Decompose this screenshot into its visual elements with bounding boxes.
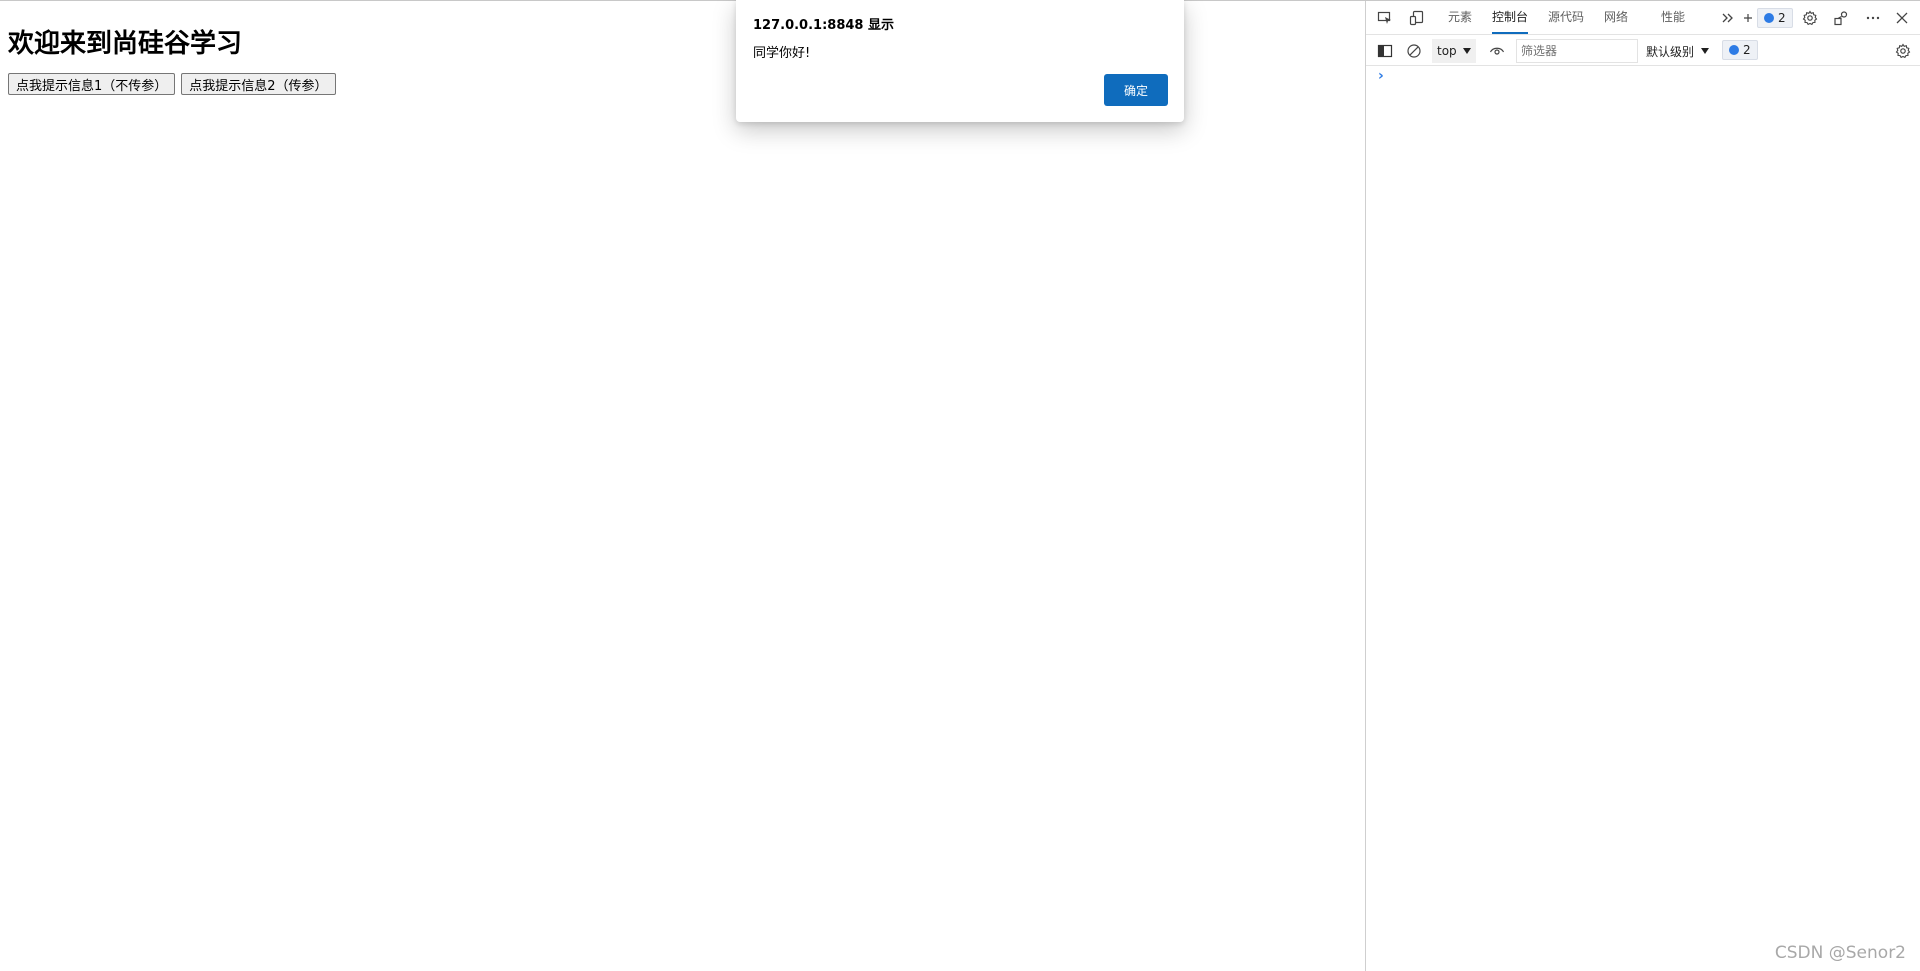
devtools-tab-console[interactable]: 控制台 (1492, 1, 1529, 34)
chevron-down-icon (1463, 48, 1471, 54)
console-filter-bar: top 默认级别 2 (1366, 35, 1920, 66)
devtools-tab-elements[interactable]: 元素 (1448, 1, 1472, 34)
device-emulation-icon[interactable] (1404, 5, 1430, 31)
alert-ok-button[interactable]: 确定 (1104, 74, 1168, 106)
console-prompt-chevron-icon: › (1378, 68, 1384, 84)
web-page: 欢迎来到尚硅谷学习 点我提示信息1（不传参） 点我提示信息2（传参） (0, 1, 1365, 971)
alert-dialog-title: 127.0.0.1:8848 显示 (753, 18, 894, 33)
chevron-down-icon (1701, 48, 1710, 54)
clear-console-icon[interactable] (1401, 38, 1427, 64)
issues-counter-badge[interactable]: 2 (1757, 8, 1793, 28)
more-tabs-chevron-icon[interactable] (1715, 5, 1741, 31)
live-expression-eye-icon[interactable] (1484, 38, 1510, 64)
log-level-select[interactable]: 默认级别 (1646, 39, 1710, 63)
alert-button-with-param[interactable]: 点我提示信息2（传参） (181, 73, 336, 95)
log-level-value: 默认级别 (1646, 44, 1695, 59)
inspect-element-icon[interactable] (1372, 5, 1398, 31)
screen: 欢迎来到尚硅谷学习 点我提示信息1（不传参） 点我提示信息2（传参） 127.0… (0, 0, 1920, 971)
page-button-group: 点我提示信息1（不传参） 点我提示信息2（传参） (8, 73, 336, 95)
close-icon[interactable] (1889, 5, 1915, 31)
console-output[interactable]: › (1366, 66, 1920, 971)
devtools-panel: 元素 控制台 源代码 网络 性能 2 top 筛选器 默认级别 2 › (1365, 1, 1920, 971)
devtools-tab-performance[interactable]: 性能 (1661, 1, 1685, 34)
console-issues-count: 2 (1743, 43, 1751, 57)
devtools-tab-sources[interactable]: 源代码 (1548, 1, 1584, 34)
console-settings-gear-icon[interactable] (1890, 38, 1916, 64)
new-tab-plus-icon[interactable] (1742, 5, 1754, 31)
message-icon (1729, 45, 1739, 55)
gear-icon[interactable] (1797, 5, 1823, 31)
devtools-main-toolbar: 元素 控制台 源代码 网络 性能 2 (1366, 1, 1920, 35)
page-title: 欢迎来到尚硅谷学习 (8, 29, 243, 59)
alert-dialog-message: 同学你好! (753, 46, 811, 61)
alert-button-no-param[interactable]: 点我提示信息1（不传参） (8, 73, 176, 95)
execution-context-select[interactable]: top (1432, 39, 1476, 63)
console-filter-input[interactable] (1516, 39, 1638, 63)
console-sidebar-toggle-icon[interactable] (1372, 38, 1398, 64)
message-icon (1764, 13, 1774, 23)
issues-count: 2 (1778, 11, 1786, 25)
watermark: CSDN @Senor2 (1774, 943, 1906, 963)
execution-context-value: top (1437, 44, 1457, 58)
customize-connection-icon[interactable] (1828, 5, 1854, 31)
devtools-tab-network[interactable]: 网络 (1604, 1, 1628, 34)
alert-dialog: 127.0.0.1:8848 显示 同学你好! 确定 (736, 0, 1184, 122)
console-issues-badge[interactable]: 2 (1722, 40, 1758, 60)
more-options-icon[interactable] (1860, 5, 1886, 31)
